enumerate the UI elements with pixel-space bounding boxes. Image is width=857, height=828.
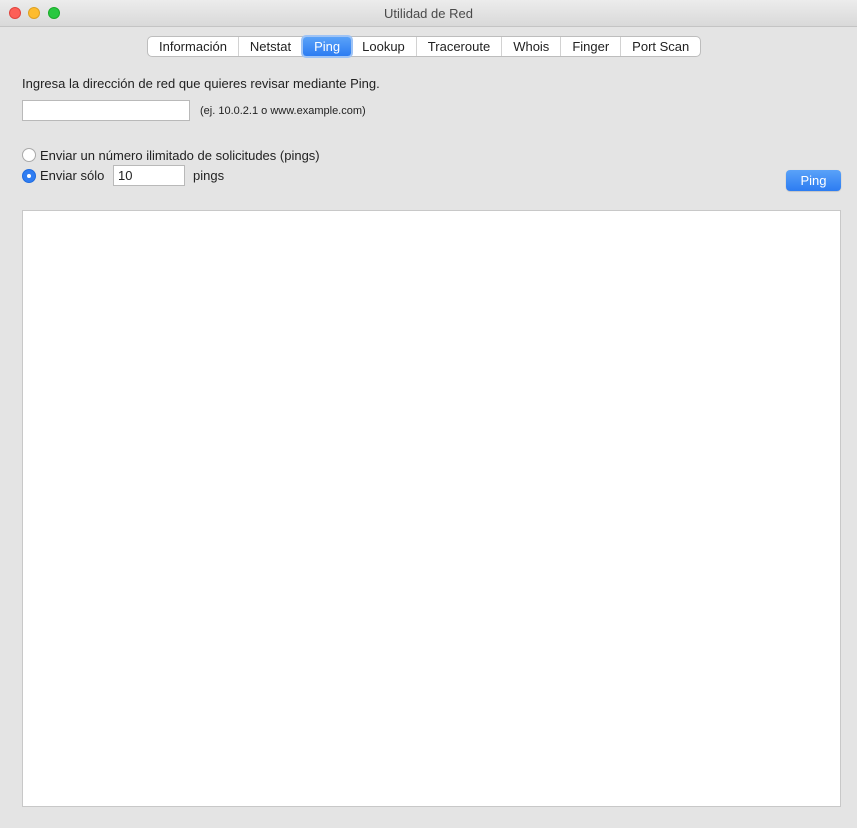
tab-whois[interactable]: Whois — [502, 37, 562, 56]
ping-prompt-label: Ingresa la dirección de red que quieres … — [22, 76, 380, 91]
ping-button[interactable]: Ping — [786, 170, 841, 191]
window-title: Utilidad de Red — [384, 6, 473, 21]
pings-unit-label: pings — [193, 168, 225, 183]
tab-port-scan[interactable]: Port Scan — [621, 37, 700, 56]
radio-limited-label[interactable]: Enviar sólo — [40, 168, 104, 183]
address-input[interactable] — [22, 100, 190, 121]
tab-bar: Información Netstat Ping Lookup Tracerou… — [147, 36, 702, 57]
network-utility-window: Utilidad de Red Información Netstat Ping… — [0, 0, 857, 828]
ping-output-area[interactable] — [22, 210, 841, 807]
tab-informacion[interactable]: Información — [148, 37, 239, 56]
tab-netstat[interactable]: Netstat — [239, 37, 304, 56]
radio-limited[interactable] — [22, 169, 36, 183]
radio-unlimited[interactable] — [22, 148, 36, 162]
tab-traceroute[interactable]: Traceroute — [417, 37, 503, 56]
ping-count-input[interactable]: 10 — [113, 165, 185, 186]
tab-ping[interactable]: Ping — [303, 37, 352, 56]
title-bar: Utilidad de Red — [0, 0, 857, 27]
tab-lookup[interactable]: Lookup — [351, 37, 417, 56]
address-hint: (ej. 10.0.2.1 o www.example.com) — [200, 105, 366, 117]
radio-unlimited-label[interactable]: Enviar un número ilimitado de solicitude… — [40, 148, 320, 163]
tab-finger[interactable]: Finger — [561, 37, 622, 56]
